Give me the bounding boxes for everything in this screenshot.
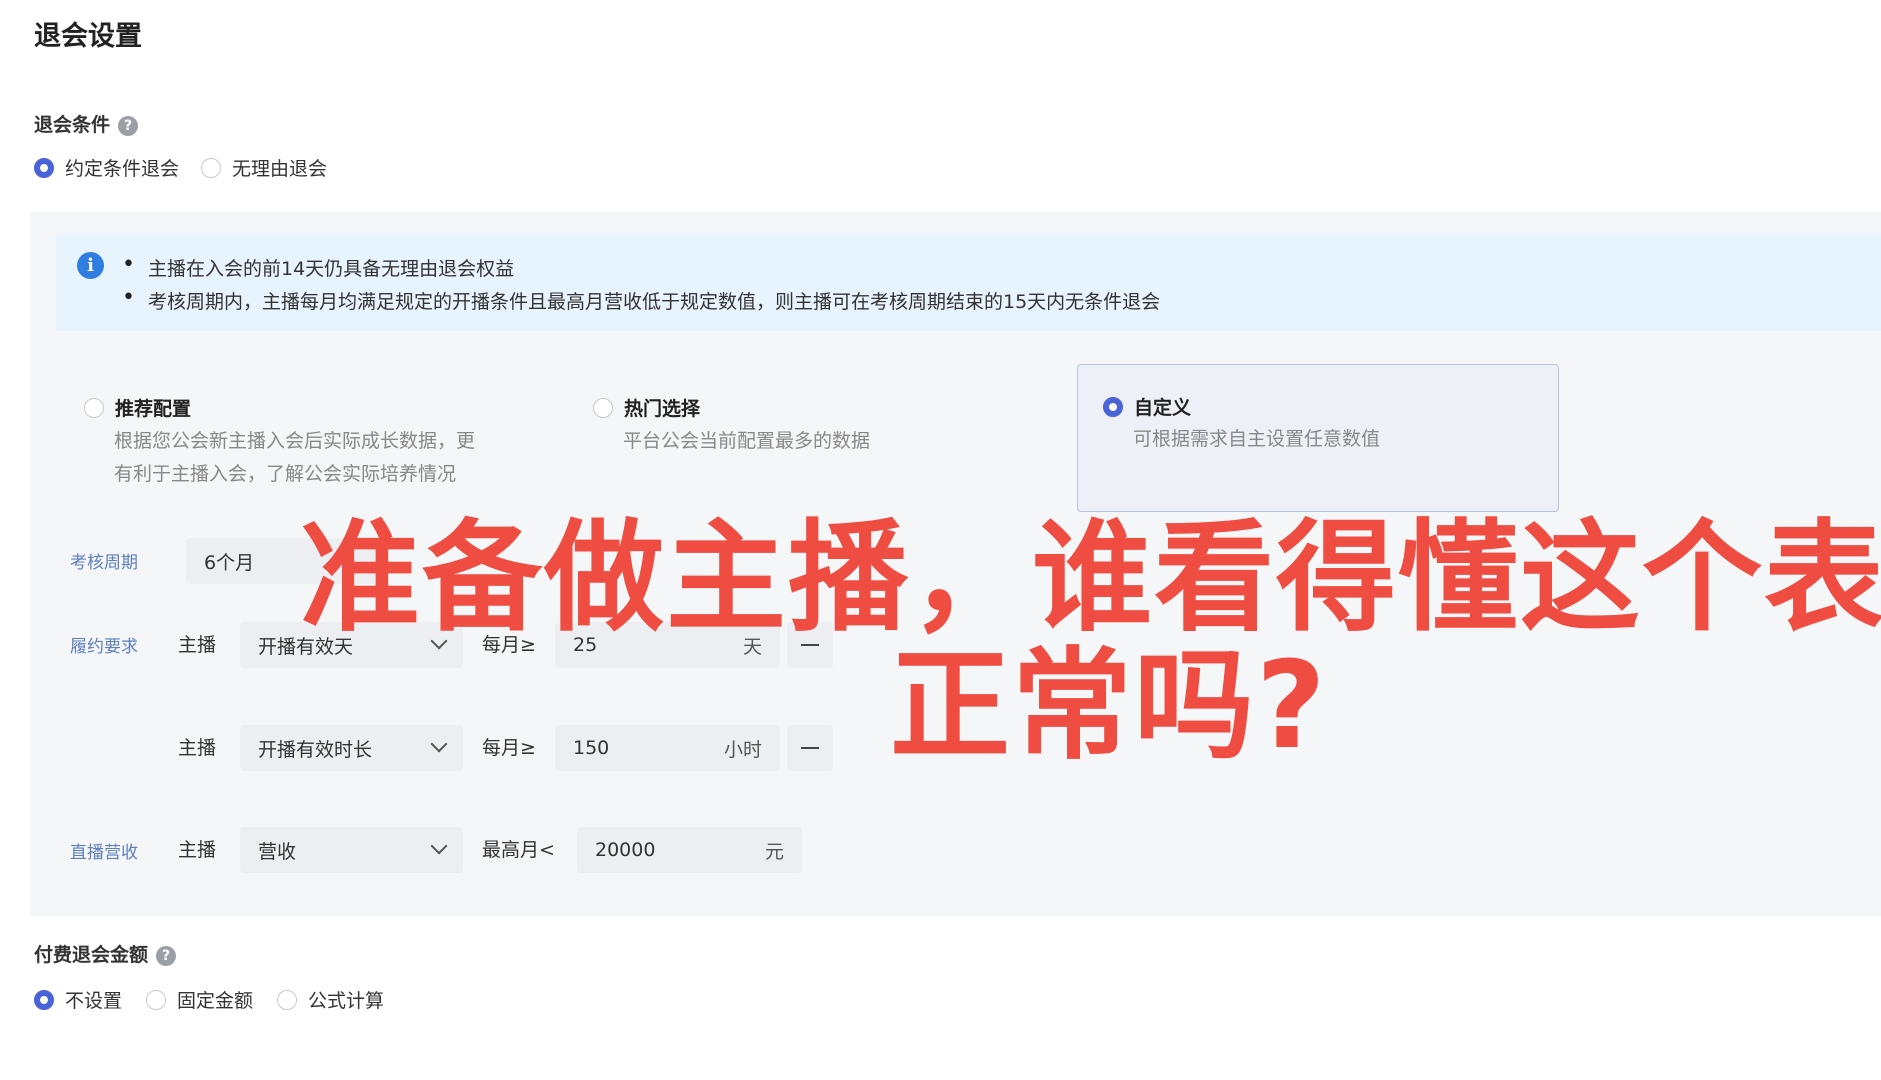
card-title: 自定义 <box>1134 397 1192 419</box>
radio-selected-icon[interactable] <box>34 989 54 1010</box>
metric-select[interactable]: 开播有效时长 <box>240 725 463 771</box>
radio-agreed-condition-exit[interactable]: 约定条件退会 <box>34 154 179 181</box>
radio-unselected-icon[interactable] <box>201 157 222 178</box>
radio-unselected-icon[interactable] <box>277 989 298 1010</box>
condition-label: 最高月< <box>482 839 555 861</box>
card-desc-line: 可根据需求自主设置任意数值 <box>1133 428 1381 450</box>
row-subject: 主播 <box>178 737 217 759</box>
radio-no-reason-exit[interactable]: 无理由退会 <box>201 154 327 181</box>
page-title: 退会设置 <box>34 21 142 52</box>
minus-icon <box>801 746 819 750</box>
radio-label: 不设置 <box>65 990 123 1012</box>
chevron-down-icon <box>430 837 448 855</box>
radio-label: 公式计算 <box>308 990 385 1012</box>
unit-label: 元 <box>764 840 784 863</box>
info-icon: i <box>77 252 104 279</box>
row-subject: 主播 <box>178 634 217 656</box>
help-icon[interactable]: ? <box>118 116 139 136</box>
exit-condition-radio-group: 约定条件退会 无理由退会 <box>34 154 353 181</box>
exit-condition-label: 退会条件? <box>34 110 139 137</box>
radio-label: 固定金额 <box>177 990 254 1012</box>
radio-unselected-icon[interactable] <box>593 397 613 418</box>
row-subject: 主播 <box>178 839 217 861</box>
input-value: 150 <box>573 737 610 759</box>
radio-unselected-icon[interactable] <box>84 397 104 418</box>
radio-selected-icon[interactable] <box>1103 396 1123 417</box>
paid-exit-radio-group: 不设置 固定金额 公式计算 <box>34 986 410 1013</box>
card-desc-line: 根据您公会新主播入会后实际成长数据，更 <box>114 430 476 452</box>
paid-exit-amount-label: 付费退会金额? <box>34 940 177 967</box>
radio-fixed-amount[interactable]: 固定金额 <box>146 986 253 1013</box>
info-line: 考核周期内，主播每月均满足规定的开播条件且最高月营收低于规定数值，则主播可在考核… <box>122 285 1160 314</box>
radio-selected-icon[interactable] <box>34 157 54 178</box>
live-revenue-label: 直播营收 <box>70 843 138 863</box>
radio-unselected-icon[interactable] <box>146 989 167 1010</box>
radio-formula[interactable]: 公式计算 <box>277 986 384 1013</box>
select-value: 开播有效时长 <box>258 738 373 761</box>
metric-select[interactable]: 营收 <box>240 827 463 873</box>
performance-requirement-label: 履约要求 <box>70 637 138 657</box>
value-input[interactable]: 20000 元 <box>577 827 802 873</box>
card-popular[interactable]: 热门选择 平台公会当前配置最多的数据 <box>593 394 870 458</box>
card-recommended[interactable]: 推荐配置 根据您公会新主播入会后实际成长数据，更 有利于主播入会，了解公会实际培… <box>84 394 475 491</box>
input-value: 20000 <box>595 839 656 861</box>
card-desc-line: 平台公会当前配置最多的数据 <box>623 430 871 452</box>
help-icon[interactable]: ? <box>156 946 177 966</box>
card-title: 推荐配置 <box>115 398 192 420</box>
overlay-caption-line2: 正常吗? <box>890 637 1328 776</box>
chevron-down-icon <box>430 735 448 753</box>
card-title: 热门选择 <box>624 398 701 420</box>
unit-label: 小时 <box>723 738 762 761</box>
paid-exit-amount-label-text: 付费退会金额 <box>34 944 149 966</box>
radio-label: 无理由退会 <box>232 158 328 180</box>
info-box <box>56 233 1881 331</box>
radio-label: 约定条件退会 <box>65 158 180 180</box>
value-input[interactable]: 150 小时 <box>555 725 780 771</box>
select-value: 6个月 <box>204 551 255 574</box>
condition-label: 每月≥ <box>482 737 536 759</box>
info-line: 主播在入会的前14天仍具备无理由退会权益 <box>122 252 514 281</box>
remove-row-button[interactable] <box>787 725 833 771</box>
exit-condition-label-text: 退会条件 <box>34 114 111 136</box>
radio-not-set[interactable]: 不设置 <box>34 986 122 1013</box>
select-value: 营收 <box>258 840 297 863</box>
assessment-period-label: 考核周期 <box>70 553 138 573</box>
